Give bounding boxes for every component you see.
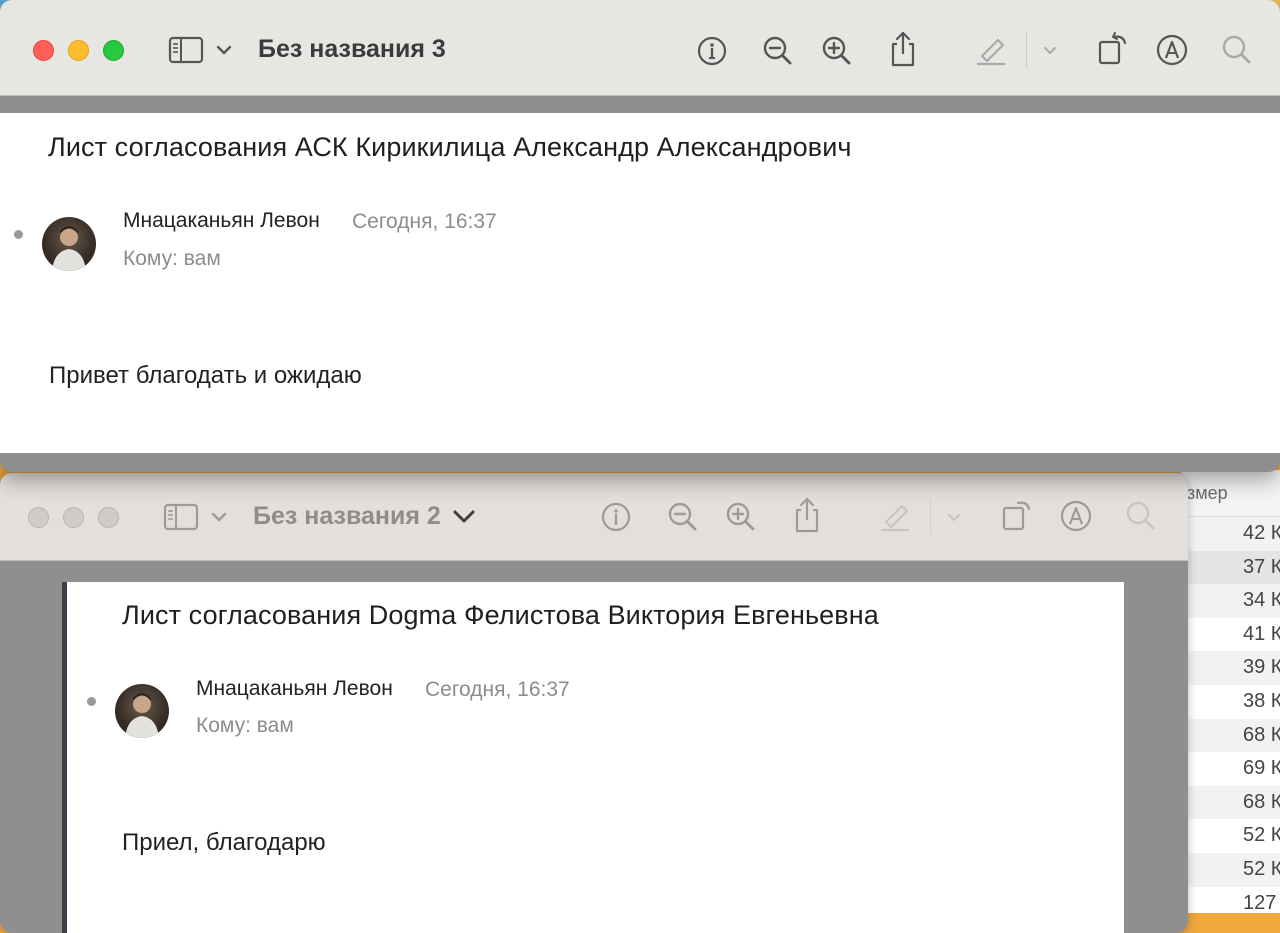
sender-name: Мнацаканьян Левон	[196, 677, 393, 700]
unread-dot	[87, 697, 96, 706]
recipient-line: Кому: вам	[123, 247, 221, 270]
window-title: Без названия 2	[253, 502, 441, 530]
file-size-cell[interactable]: 42 К	[1181, 517, 1280, 551]
document-page	[62, 582, 1124, 933]
close-button[interactable]	[33, 40, 54, 61]
file-size-cell[interactable]: 127 К	[1181, 887, 1280, 921]
document-page	[0, 113, 1280, 453]
finder-window: змер 42 К 37 К 34 К 41 К 39 К 38 К 68 К 69 К 68 …	[1180, 470, 1280, 914]
zoom-in-icon[interactable]	[820, 34, 854, 68]
file-size-cell[interactable]: 52 К	[1181, 819, 1280, 853]
title-chevron-icon[interactable]	[450, 503, 478, 531]
markup-pen-icon[interactable]	[1058, 498, 1094, 534]
zoom-in-icon[interactable]	[724, 500, 758, 534]
toolbar-divider	[930, 498, 931, 534]
minimize-button[interactable]	[68, 40, 89, 61]
info-icon[interactable]	[599, 500, 633, 534]
search-icon[interactable]	[1124, 499, 1158, 533]
recipient-line: Кому: вам	[196, 714, 294, 737]
preview-window-back[interactable]	[0, 473, 1188, 933]
document-heading: Лист согласования АСК Кирикилица Алексан…	[48, 132, 852, 162]
share-icon[interactable]	[886, 30, 920, 68]
file-size-cell[interactable]: 68 К	[1181, 785, 1280, 820]
sidebar-icon[interactable]	[163, 501, 233, 533]
rotate-icon[interactable]	[999, 496, 1035, 534]
avatar	[115, 684, 169, 738]
size-column-header[interactable]: змер	[1181, 470, 1280, 517]
avatar	[42, 217, 96, 271]
search-icon[interactable]	[1219, 32, 1255, 68]
window-controls-inactive	[28, 507, 119, 528]
finder-list: 42 К 37 К 34 К 41 К 39 К 38 К 68 К 69 К 68 К 52 К…	[1181, 517, 1280, 920]
highlighter-icon[interactable]	[973, 32, 1009, 68]
window-controls	[33, 40, 124, 61]
zoom-out-icon[interactable]	[666, 500, 700, 534]
message-body: Привет благодать и ожидаю	[49, 362, 362, 389]
file-size-cell[interactable]: 34 К	[1181, 584, 1280, 618]
share-icon[interactable]	[790, 496, 824, 534]
fullscreen-button[interactable]	[98, 507, 119, 528]
unread-dot	[14, 230, 23, 239]
file-size-cell[interactable]: 52 К	[1181, 852, 1280, 887]
info-icon[interactable]	[695, 34, 729, 68]
sidebar-icon[interactable]	[168, 34, 238, 66]
file-size-cell[interactable]: 39 К	[1181, 651, 1280, 685]
toolbar-divider	[1026, 32, 1027, 68]
chevron-down-icon[interactable]	[1040, 40, 1060, 60]
file-size-cell[interactable]: 41 К	[1181, 618, 1280, 652]
minimize-button[interactable]	[63, 507, 84, 528]
window-title: Без названия 3	[258, 35, 446, 63]
message-body: Приел, благодарю	[122, 829, 326, 856]
message-time: Сегодня, 16:37	[425, 678, 570, 701]
sender-name: Мнацаканьян Левон	[123, 209, 320, 232]
markup-pen-icon[interactable]	[1154, 32, 1190, 68]
zoom-out-icon[interactable]	[761, 34, 795, 68]
rotate-icon[interactable]	[1095, 30, 1131, 68]
preview-window-front[interactable]	[0, 0, 1280, 472]
file-size-cell[interactable]: 69 К	[1181, 752, 1280, 786]
file-size-cell[interactable]: 68 К	[1181, 718, 1280, 753]
file-size-cell[interactable]: 38 К	[1181, 685, 1280, 719]
message-time: Сегодня, 16:37	[352, 210, 497, 233]
highlighter-icon[interactable]	[877, 498, 913, 534]
chevron-down-icon[interactable]	[944, 507, 964, 527]
fullscreen-button[interactable]	[103, 40, 124, 61]
document-heading: Лист согласования Dogma Фелистова Виктор…	[122, 600, 879, 630]
file-size-cell[interactable]: 37 К	[1181, 550, 1280, 585]
close-button[interactable]	[28, 507, 49, 528]
